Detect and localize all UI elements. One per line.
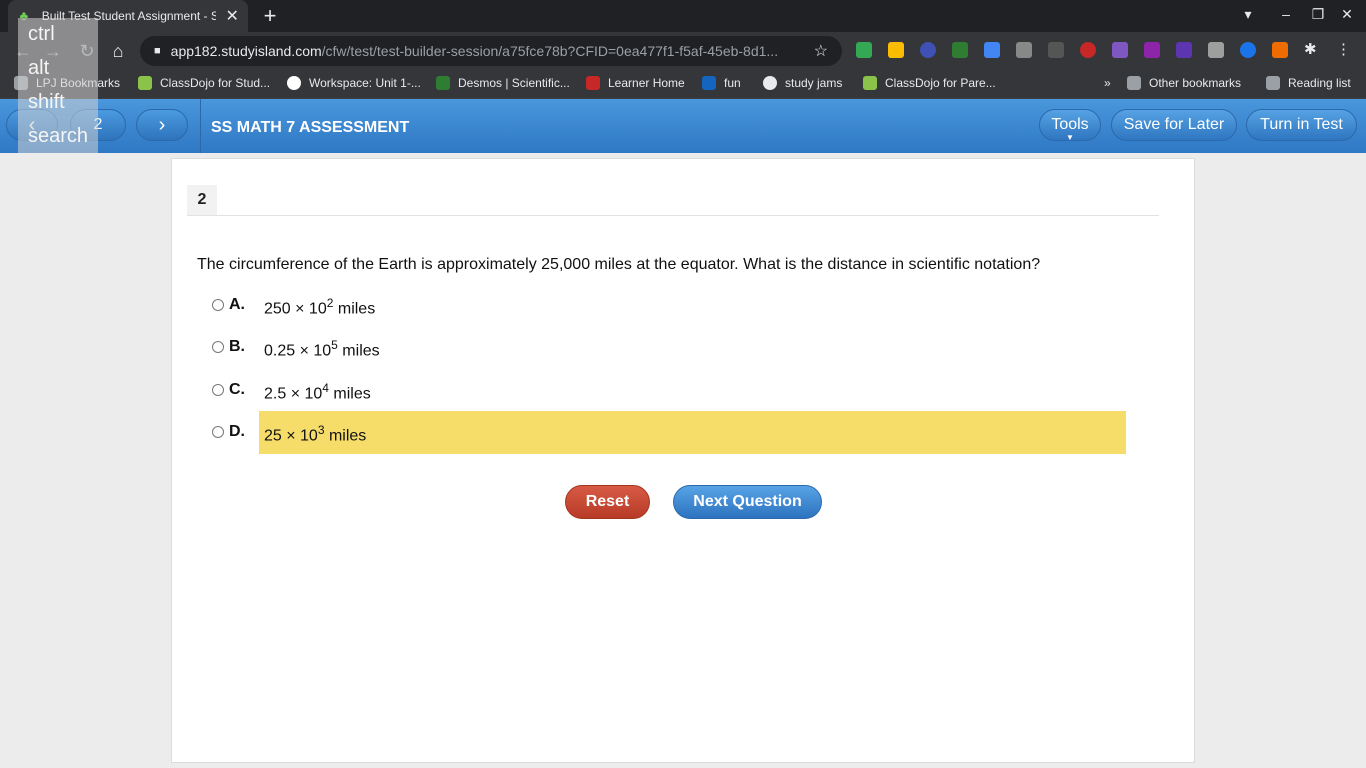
tools-button[interactable]: Tools ▼ [1039, 109, 1101, 142]
choice-letter: B. [229, 338, 245, 355]
bookmark-classdojo-parents[interactable]: ClassDojo for Pare... [863, 76, 996, 90]
caret-down-icon: ▼ [1066, 133, 1074, 142]
browser-toolbar: ← → ↻ ⌂ ■ app182.studyisland.com /cfw/te… [0, 32, 1366, 70]
bookmark-fun[interactable]: fun [702, 76, 741, 90]
url-host: app182.studyisland.com [170, 43, 322, 59]
turn-in-test-button[interactable]: Turn in Test [1246, 109, 1357, 141]
cast-icon[interactable] [952, 42, 968, 58]
extension-icon[interactable] [1048, 42, 1064, 58]
bookmarks-bar: LPJ Bookmarks ClassDojo for Stud... Work… [0, 70, 1366, 99]
extension-icon[interactable] [888, 42, 904, 58]
save-for-later-button[interactable]: Save for Later [1111, 109, 1237, 141]
next-question-button[interactable]: Next Question [673, 485, 822, 519]
close-window-icon[interactable]: ✕ [1337, 6, 1357, 23]
url-path: /cfw/test/test-builder-session/a75fce78b… [321, 43, 779, 59]
extension-icon[interactable] [1016, 42, 1032, 58]
choice-text: 0.25 × 105 miles [264, 338, 380, 360]
fun-icon [702, 76, 716, 90]
extension-icon[interactable] [1112, 42, 1128, 58]
desmos-icon [436, 76, 450, 90]
answer-choice-a[interactable]: A. 250 × 102 miles [212, 296, 375, 317]
radio-button-d[interactable] [212, 426, 224, 438]
minimize-icon[interactable]: – [1276, 6, 1296, 22]
extension-c-icon[interactable] [920, 42, 936, 58]
kbd-shift: shift [28, 91, 65, 113]
new-tab-button[interactable]: + [260, 4, 280, 28]
folder-icon [1127, 76, 1141, 90]
kbd-ctrl: ctrl [28, 23, 55, 45]
home-icon[interactable]: ⌂ [107, 40, 129, 62]
extension-icon[interactable] [1176, 42, 1192, 58]
chevron-right-icon: › [158, 114, 166, 136]
answer-choice-b[interactable]: B. 0.25 × 105 miles [212, 338, 380, 359]
bookmark-workspace[interactable]: Workspace: Unit 1-... [287, 76, 421, 90]
learner-home-icon [586, 76, 600, 90]
classdojo-icon [863, 76, 877, 90]
other-bookmarks[interactable]: Other bookmarks [1127, 76, 1241, 90]
kbd-alt: alt [28, 57, 50, 79]
lock-icon: ■ [154, 45, 161, 57]
radio-button-a[interactable] [212, 299, 224, 311]
assessment-header: ‹ 2 › SS MATH 7 ASSESSMENT Tools ▼ Save … [0, 99, 1366, 153]
page-title: SS MATH 7 ASSESSMENT [211, 119, 410, 136]
classdojo-icon [138, 76, 152, 90]
bookmarks-overflow-icon[interactable]: » [1104, 76, 1111, 90]
choice-letter: D. [229, 423, 245, 440]
address-bar[interactable]: ■ app182.studyisland.com /cfw/test/test-… [140, 36, 842, 66]
bookmark-desmos[interactable]: Desmos | Scientific... [436, 76, 570, 90]
extension-icon[interactable] [1208, 42, 1224, 58]
keyboard-modifier-overlay: ctrl alt shift search [18, 18, 98, 153]
extensions-puzzle-icon[interactable]: ✱ [1304, 42, 1320, 58]
restore-icon[interactable]: ❐ [1308, 6, 1328, 23]
bookmark-classdojo-students[interactable]: ClassDojo for Stud... [138, 76, 270, 90]
answer-choice-c[interactable]: C. 2.5 × 104 miles [212, 381, 371, 402]
question-text: The circumference of the Earth is approx… [197, 256, 1041, 273]
extension-icon[interactable] [1272, 42, 1288, 58]
header-divider [200, 99, 201, 153]
bookmark-study-jams[interactable]: study jams [763, 76, 842, 90]
radio-button-c[interactable] [212, 384, 224, 396]
question-number-badge: 2 [187, 185, 217, 215]
extension-icon[interactable] [1144, 42, 1160, 58]
divider [187, 215, 1159, 216]
choice-text: 250 × 102 miles [264, 296, 376, 318]
globe-icon [763, 76, 777, 90]
choice-text: 25 × 103 miles [264, 423, 367, 445]
extension-icon[interactable] [984, 42, 1000, 58]
bookmark-star-icon[interactable]: ☆ [814, 41, 828, 61]
reset-button[interactable]: Reset [565, 485, 650, 519]
close-tab-icon[interactable]: ✕ [224, 6, 240, 26]
extension-icon[interactable] [1240, 42, 1256, 58]
selected-choice-highlight [259, 411, 1126, 454]
profile-menu-icon[interactable]: ▾ [1238, 6, 1258, 23]
reading-list[interactable]: Reading list [1266, 76, 1351, 90]
question-panel: 2 The circumference of the Earth is appr… [171, 158, 1195, 763]
kbd-search: search [28, 125, 89, 147]
choice-letter: A. [229, 296, 245, 313]
browser-menu-icon[interactable]: ⋮ [1336, 42, 1352, 58]
answer-choice-d[interactable]: D. 25 × 103 miles [212, 423, 366, 444]
next-question-arrow-button[interactable]: › [136, 109, 188, 141]
extension-icon[interactable] [1080, 42, 1096, 58]
bookmark-learner-home[interactable]: Learner Home [586, 76, 685, 90]
browser-tab-strip: ♣ Built Test Student Assignment - S ✕ + … [0, 0, 1366, 32]
workspace-icon [287, 76, 301, 90]
choice-text: 2.5 × 104 miles [264, 381, 371, 403]
reading-list-icon [1266, 76, 1280, 90]
radio-button-b[interactable] [212, 341, 224, 353]
google-drive-icon[interactable] [856, 42, 872, 58]
choice-letter: C. [229, 381, 245, 398]
